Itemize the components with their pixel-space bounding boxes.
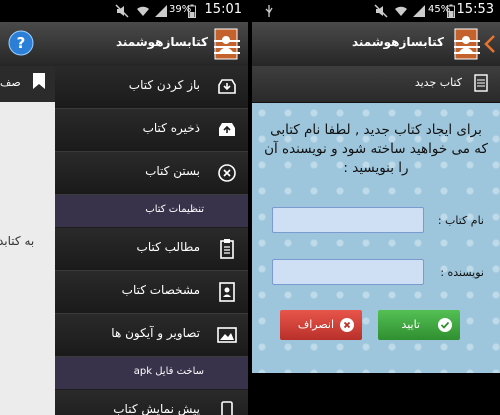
wifi-icon (137, 6, 149, 16)
author-input[interactable] (272, 259, 424, 285)
section-label: ساخت فایل apk (133, 366, 204, 377)
app-title: کتابسازهوشمند (115, 35, 208, 49)
signal-icon (413, 5, 425, 17)
navigation-drawer: باز کردن کتاب ذخیره کتاب بستن کتاب تنظیم… (55, 66, 248, 415)
app-bar: کتابسازهوشمند (252, 22, 500, 67)
section-label: تنظیمات کتاب (145, 204, 204, 215)
battery-icon (447, 4, 455, 18)
save-icon (219, 123, 235, 136)
check-icon (438, 318, 452, 332)
new-book-form: برای ایجاد کتاب جدید , لطفا نام کتابی که… (252, 103, 500, 373)
usb-icon (265, 5, 273, 17)
section-book-settings: تنظیمات کتاب (55, 195, 248, 227)
image-icon (217, 327, 237, 343)
menu-item-label: مشخصات کتاب (121, 283, 200, 297)
cancel-label: انصراف (297, 318, 334, 331)
mute-icon (115, 4, 129, 18)
bookmark-icon (33, 73, 45, 89)
app-logo-icon[interactable] (454, 28, 480, 60)
background-body-text: به کتابد (0, 234, 35, 248)
document-icon (474, 74, 488, 92)
app-bar: ? کتابسازهوشمند (0, 22, 248, 67)
signal-icon (155, 5, 167, 17)
app-logo-icon[interactable] (214, 28, 240, 60)
menu-book-content[interactable]: مطالب کتاب (55, 228, 248, 271)
right-screen: 45% 15:53 کتابسازهوشمند کتاب جدید برای ا… (252, 0, 500, 415)
close-circle-icon (218, 164, 236, 182)
menu-book-properties[interactable]: مشخصات کتاب (55, 271, 248, 314)
menu-close-book[interactable]: بستن کتاب (55, 152, 248, 195)
confirm-label: تایید (401, 318, 420, 331)
svg-text:?: ? (17, 34, 26, 52)
wifi-icon (395, 6, 407, 16)
mute-icon (374, 4, 388, 18)
book-name-input[interactable] (272, 207, 424, 233)
book-name-label: نام کتاب : (437, 214, 484, 227)
menu-item-label: باز کردن کتاب (128, 78, 200, 92)
help-icon[interactable]: ? (8, 30, 34, 56)
background-page: صف به کتابد (0, 66, 55, 415)
status-bar: 39% 15:01 (0, 0, 248, 22)
instruction-text: برای ایجاد کتاب جدید , لطفا نام کتابی که… (264, 122, 488, 176)
menu-item-label: تصاویر و آیکون ها (111, 326, 200, 340)
back-chevron-icon[interactable] (484, 34, 496, 54)
background-header: صف (0, 66, 55, 102)
contact-book-icon (219, 282, 235, 302)
page-header: کتاب جدید (252, 66, 500, 103)
menu-open-book[interactable]: باز کردن کتاب (55, 66, 248, 109)
status-time: 15:53 (456, 2, 494, 17)
battery-icon (188, 4, 196, 18)
author-label: نویسنده : (440, 266, 484, 279)
menu-preview-book[interactable]: پیش نمایش کتاب (55, 390, 248, 415)
status-bar: 45% 15:53 (252, 0, 500, 22)
menu-save-book[interactable]: ذخیره کتاب (55, 109, 248, 152)
background-header-text: صف (0, 76, 21, 89)
confirm-button[interactable]: تایید (378, 310, 460, 340)
menu-item-label: ذخیره کتاب (142, 121, 200, 135)
page-title: کتاب جدید (414, 76, 462, 89)
left-screen: 39% 15:01 ? کتابسازهوشمند صف به کتابد با… (0, 0, 248, 415)
menu-item-label: مطالب کتاب (136, 240, 200, 254)
cancel-button[interactable]: انصراف (280, 310, 362, 340)
phone-icon (221, 401, 233, 415)
section-build-apk: ساخت فایل apk (55, 357, 248, 389)
close-icon (340, 318, 354, 332)
menu-item-label: پیش نمایش کتاب (113, 402, 200, 415)
menu-images-icons[interactable]: تصاویر و آیکون ها (55, 314, 248, 357)
open-book-icon (218, 79, 236, 94)
app-title: کتابسازهوشمند (351, 35, 444, 49)
clipboard-icon (220, 239, 234, 259)
menu-item-label: بستن کتاب (145, 164, 200, 178)
status-time: 15:01 (204, 2, 242, 17)
empty-area (252, 373, 500, 415)
